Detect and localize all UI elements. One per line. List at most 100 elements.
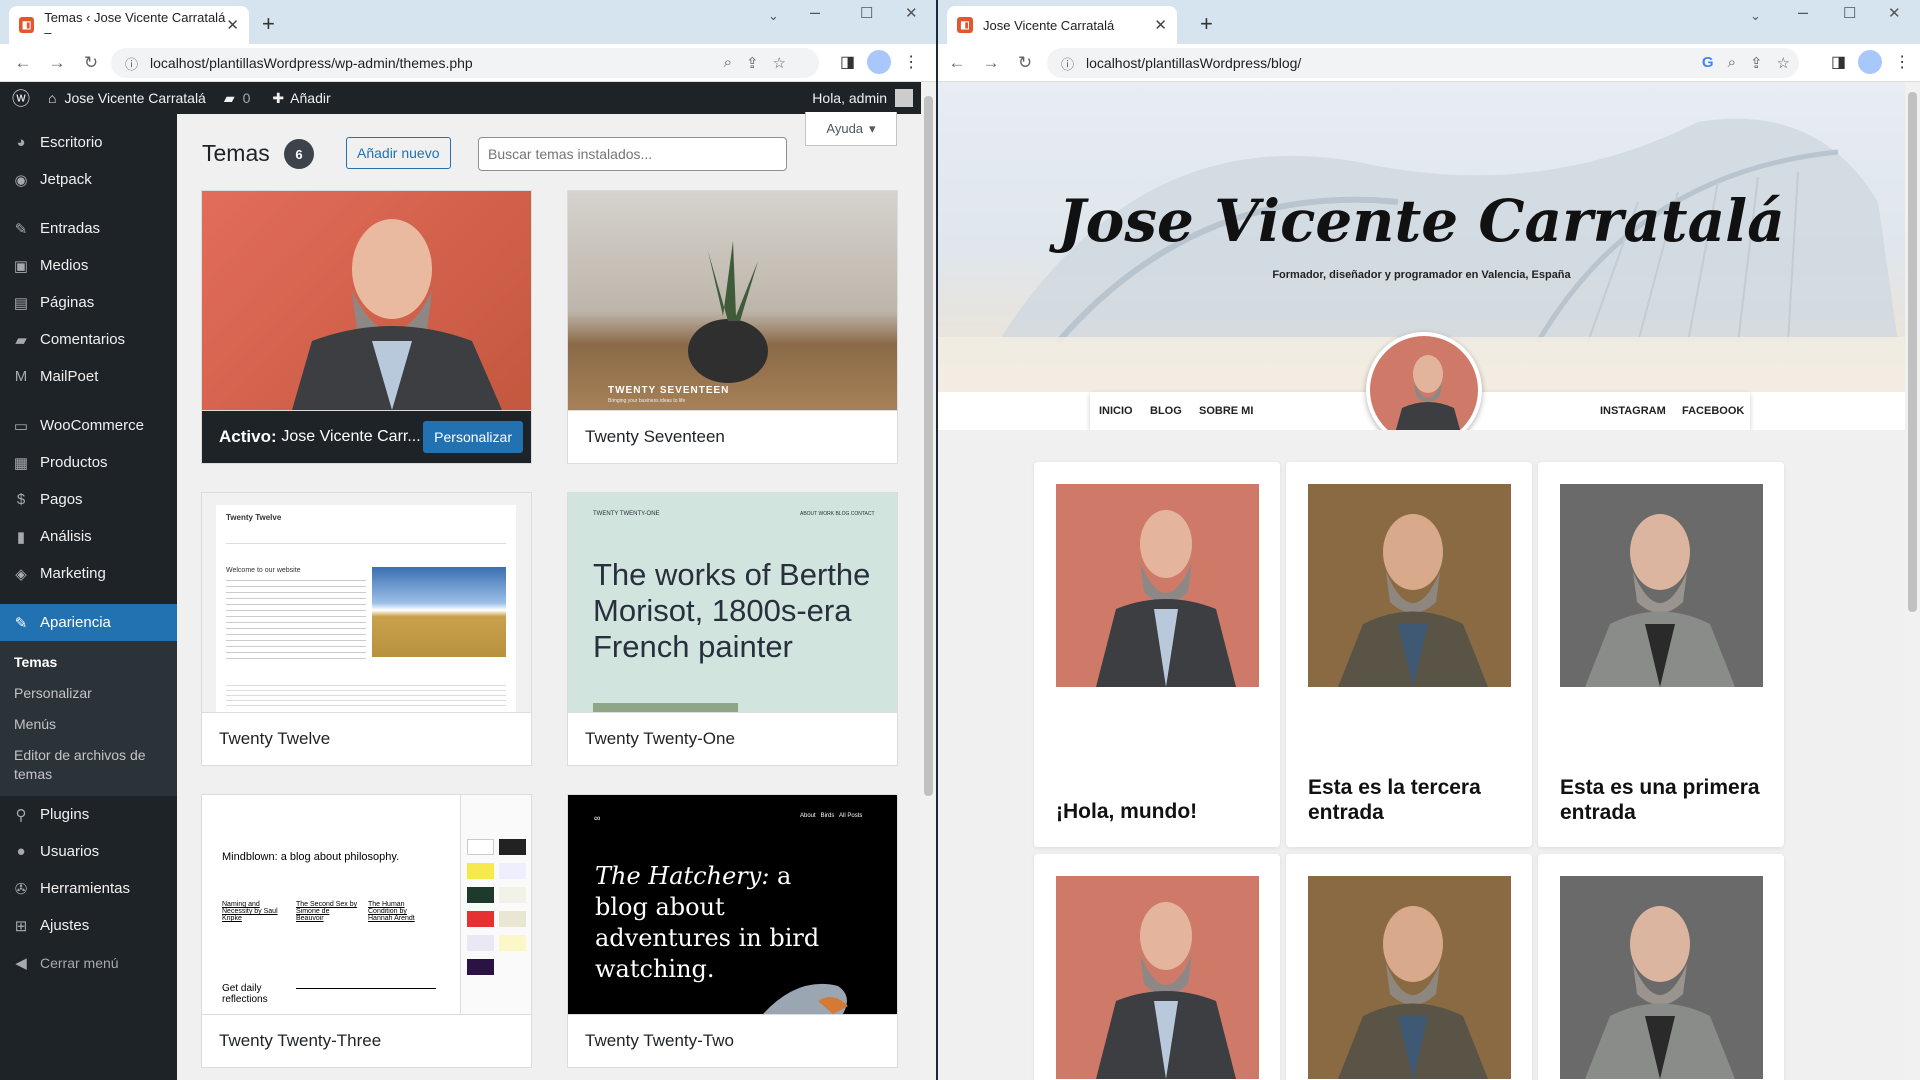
menu-mailpoet[interactable]: M MailPoet	[0, 358, 177, 395]
post-title[interactable]: Esta es una primera entrada	[1560, 775, 1770, 825]
zoom-icon[interactable]: ⌕	[1728, 54, 1736, 72]
forward-icon[interactable]: →	[974, 53, 1008, 73]
menu-apariencia[interactable]: ✎ Apariencia	[0, 604, 177, 641]
menu-herramientas[interactable]: ✇ Herramientas	[0, 870, 177, 907]
search-themes-input[interactable]	[478, 137, 787, 171]
post-thumbnail[interactable]	[1056, 876, 1259, 1079]
menu-usuarios[interactable]: ● Usuarios	[0, 833, 177, 870]
tab-search-icon[interactable]: ⌄	[1750, 8, 1761, 24]
google-icon[interactable]: G	[1702, 54, 1714, 72]
nav-instagram[interactable]: INSTAGRAM	[1600, 405, 1666, 417]
reload-icon[interactable]: ↻	[1008, 53, 1042, 73]
tab-search-icon[interactable]: ⌄	[768, 8, 779, 24]
share-icon[interactable]: ⇪	[1750, 54, 1763, 72]
post-card[interactable]: Esta es la tercera entrada	[1286, 462, 1532, 847]
theme-card-twentytwentyone[interactable]: TWENTY TWENTY-ONE ABOUT WORK BLOG CONTAC…	[567, 492, 898, 766]
submenu-temas[interactable]: Temas	[0, 647, 177, 678]
menu-cerrar[interactable]: ◀ Cerrar menú	[0, 944, 177, 981]
chrome-menu-icon[interactable]: ⋮	[1894, 52, 1910, 72]
theme-card-twentytwentytwo[interactable]: ∞ About Birds All Posts The Hatchery: a …	[567, 794, 898, 1068]
post-card[interactable]	[1538, 854, 1784, 1080]
theme-card-twentytwelve[interactable]: Twenty Twelve Welcome to our website Twe…	[201, 492, 532, 766]
scrollbar-thumb[interactable]	[1908, 92, 1917, 612]
post-thumbnail[interactable]	[1560, 484, 1763, 687]
post-card[interactable]	[1034, 854, 1280, 1080]
scrollbar[interactable]	[921, 82, 936, 1080]
nav-blog[interactable]: BLOG	[1150, 405, 1182, 417]
minimize-icon[interactable]: –	[1798, 2, 1808, 23]
side-panel-icon[interactable]: ◨	[840, 52, 855, 72]
menu-analisis[interactable]: ▮ Análisis	[0, 518, 177, 555]
new-tab-icon[interactable]: +	[1200, 11, 1213, 37]
scrollbar[interactable]	[1905, 82, 1920, 1080]
close-tab-icon[interactable]: ✕	[226, 16, 239, 34]
tab-blog[interactable]: ◧ Jose Vicente Carratalá ✕	[947, 6, 1177, 44]
forward-icon[interactable]: →	[40, 53, 74, 73]
menu-woocommerce[interactable]: ▭ WooCommerce	[0, 407, 177, 444]
submenu-editor[interactable]: Editor de archivos de temas	[0, 740, 177, 790]
back-icon[interactable]: ←	[6, 53, 40, 73]
nav-sobre-mi[interactable]: SOBRE MI	[1199, 405, 1253, 417]
back-icon[interactable]: ←	[940, 53, 974, 73]
profile-avatar[interactable]	[1858, 50, 1883, 74]
info-icon[interactable]: ⓘ	[1061, 54, 1074, 73]
post-thumbnail[interactable]	[1560, 876, 1763, 1079]
submenu-personalizar[interactable]: Personalizar	[0, 678, 177, 709]
admin-avatar[interactable]	[895, 89, 913, 107]
site-title[interactable]: Jose Vicente Carratalá	[938, 187, 1905, 255]
close-window-icon[interactable]: ✕	[905, 4, 918, 22]
comment-bubble-icon[interactable]: ▰	[224, 90, 235, 107]
post-thumbnail[interactable]	[1308, 484, 1511, 687]
menu-entradas[interactable]: ✎ Entradas	[0, 210, 177, 247]
bookmark-star-icon[interactable]: ☆	[773, 54, 786, 72]
maximize-icon[interactable]: ☐	[860, 4, 873, 22]
post-card[interactable]: ¡Hola, mundo!	[1034, 462, 1280, 847]
theme-card-active[interactable]: Activo: Jose Vicente Carr... Personaliza…	[201, 190, 532, 464]
profile-avatar[interactable]	[867, 50, 892, 74]
menu-plugins[interactable]: ⚲ Plugins	[0, 796, 177, 833]
address-bar[interactable]: ⓘ localhost/plantillasWordpress/blog/	[1047, 48, 1799, 78]
info-icon[interactable]: ⓘ	[125, 54, 138, 73]
menu-marketing[interactable]: ◈ Marketing	[0, 555, 177, 592]
post-thumbnail[interactable]	[1056, 484, 1259, 687]
admin-greeting[interactable]: Hola, admin	[812, 90, 887, 106]
menu-ajustes[interactable]: ⊞ Ajustes	[0, 907, 177, 944]
help-tab[interactable]: Ayuda ▾	[805, 112, 897, 146]
add-new-theme-button[interactable]: Añadir nuevo	[346, 137, 451, 169]
side-panel-icon[interactable]: ◨	[1831, 52, 1846, 72]
tab-temas[interactable]: ◧ Temas ‹ Jose Vicente Carratalá – ✕	[9, 6, 249, 44]
theme-card-twentyseventeen[interactable]: TWENTY SEVENTEEN Bringing your business …	[567, 190, 898, 464]
admin-add-new[interactable]: Añadir	[290, 90, 330, 106]
scrollbar-thumb[interactable]	[924, 96, 933, 796]
close-tab-icon[interactable]: ✕	[1154, 16, 1167, 34]
close-window-icon[interactable]: ✕	[1888, 4, 1901, 22]
wordpress-logo-icon[interactable]: ⓦ	[12, 85, 30, 111]
post-card[interactable]: Esta es una primera entrada	[1538, 462, 1784, 847]
menu-escritorio[interactable]: ◕ Escritorio	[0, 124, 177, 161]
post-thumbnail[interactable]	[1308, 876, 1511, 1079]
address-bar[interactable]: ⓘ localhost/plantillasWordpress/wp-admin…	[111, 48, 819, 78]
menu-medios[interactable]: ▣ Medios	[0, 247, 177, 284]
submenu-menus[interactable]: Menús	[0, 709, 177, 740]
zoom-icon[interactable]: ⌕	[724, 54, 732, 72]
nav-inicio[interactable]: INICIO	[1099, 405, 1133, 417]
share-icon[interactable]: ⇪	[746, 54, 759, 72]
post-card[interactable]	[1286, 854, 1532, 1080]
new-tab-icon[interactable]: +	[262, 11, 275, 37]
maximize-icon[interactable]: ☐	[1843, 4, 1856, 22]
post-title[interactable]: ¡Hola, mundo!	[1056, 799, 1266, 824]
menu-pagos[interactable]: $ Pagos	[0, 481, 177, 518]
menu-jetpack[interactable]: ◉ Jetpack	[0, 161, 177, 198]
menu-paginas[interactable]: ▤ Páginas	[0, 284, 177, 321]
bookmark-star-icon[interactable]: ☆	[1777, 54, 1790, 72]
nav-facebook[interactable]: FACEBOOK	[1682, 405, 1744, 417]
chrome-menu-icon[interactable]: ⋮	[903, 52, 919, 72]
menu-comentarios[interactable]: ▰ Comentarios	[0, 321, 177, 358]
admin-site-name[interactable]: Jose Vicente Carratalá	[64, 90, 205, 106]
customize-button[interactable]: Personalizar	[423, 421, 523, 453]
menu-productos[interactable]: ▦ Productos	[0, 444, 177, 481]
theme-card-twentytwentythree[interactable]: Mindblown: a blog about philosophy. Nami…	[201, 794, 532, 1068]
reload-icon[interactable]: ↻	[74, 53, 108, 73]
post-title[interactable]: Esta es la tercera entrada	[1308, 775, 1518, 825]
minimize-icon[interactable]: –	[810, 2, 820, 23]
